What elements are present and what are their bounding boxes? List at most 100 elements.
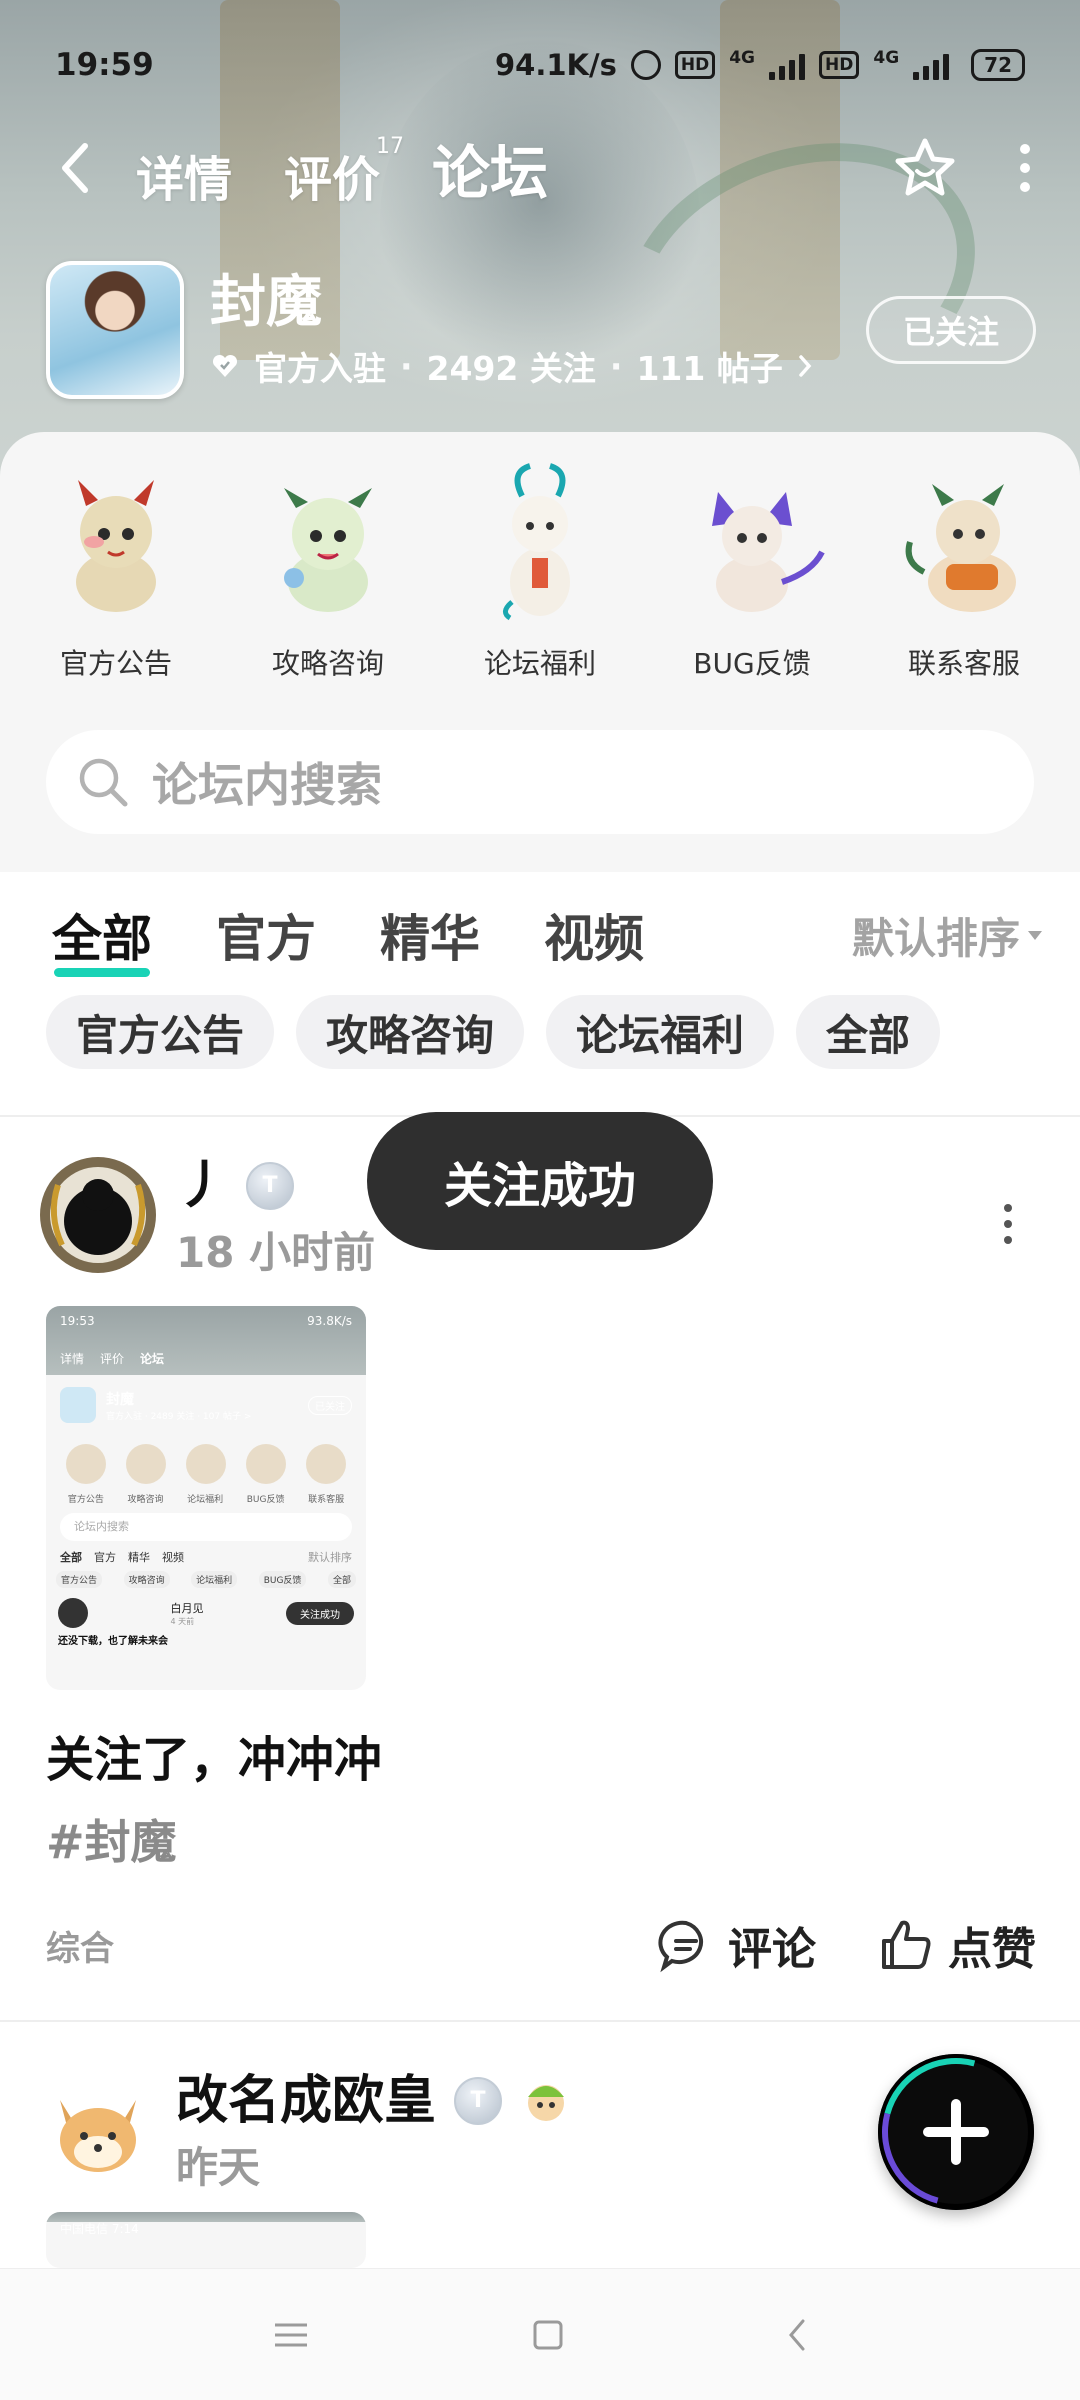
thumb-chip: 官方公告: [56, 1571, 103, 1588]
thumb-tab: 评价: [100, 1352, 125, 1366]
home-icon[interactable]: [531, 2318, 565, 2352]
game-title: 封魔: [210, 270, 322, 335]
more-options-button[interactable]: [1020, 144, 1030, 192]
thumb-snippet: 还没下载，也了解未来会: [58, 1636, 168, 1647]
game-avatar[interactable]: [46, 261, 184, 399]
thumb-game-sub: 官方入驻 · 2489 关注 · 107 帖子 >: [106, 1411, 252, 1422]
thumb-user: 白月见: [170, 1601, 204, 1615]
thumb-tab: 官方: [94, 1551, 116, 1564]
category-row: 官方公告 攻略咨询 论坛福利 BUG反馈 联系客服: [0, 462, 1080, 682]
category-item[interactable]: 攻略咨询: [228, 462, 428, 682]
dropdown-arrow-icon: [1028, 930, 1042, 940]
tab-label: 详情: [136, 152, 233, 208]
thumb-speed: 93.8K/s: [307, 1314, 352, 1328]
thumb-tab: 全部: [60, 1551, 82, 1564]
thumb-chip: 全部: [327, 1571, 356, 1588]
avatar: [40, 1157, 156, 1273]
tab-detail[interactable]: 详情: [136, 140, 232, 210]
thumb2-status: 中国电信 7:14: [60, 2222, 139, 2236]
thumb-chips: 官方公告 攻略咨询 论坛福利 BUG反馈 全部: [56, 1571, 356, 1588]
thumb-user-time: 4 天前: [170, 1616, 195, 1626]
sort-dropdown[interactable]: 默认排序: [852, 905, 1042, 966]
network-speed: 94.1K/s: [494, 48, 617, 82]
thumb-chip: 论坛福利: [191, 1571, 238, 1588]
feed-tab-featured[interactable]: 精华: [380, 899, 480, 971]
forum-card: 官方公告 攻略咨询 论坛福利 BUG反馈 联系客服 论坛内搜索: [0, 432, 1080, 872]
feed-tab-video[interactable]: 视频: [544, 899, 644, 971]
post-time: 昨天: [176, 2143, 261, 2192]
character-badge-icon: [528, 2085, 565, 2121]
post-topic-tag[interactable]: #封魔: [46, 1806, 177, 1872]
filter-chip[interactable]: 全部: [796, 995, 941, 1069]
post-image[interactable]: 中国电信 7:14: [46, 2212, 366, 2268]
post-count[interactable]: 111 帖子: [636, 342, 782, 390]
thumb-tab: 详情: [60, 1352, 85, 1366]
category-item[interactable]: 官方公告: [16, 462, 216, 682]
dragon-mascot-purple-icon: [672, 462, 832, 622]
post-author[interactable]: 改名成欧皇 T 昨天: [38, 2070, 572, 2195]
official-label: 官方入驻: [254, 349, 386, 388]
thumb-tab: 论坛: [140, 1352, 165, 1366]
battery-icon: 72: [971, 49, 1025, 81]
thumb-cat: 官方公告: [67, 1495, 104, 1505]
search-placeholder: 论坛内搜索: [152, 758, 382, 812]
level-badge-icon: T: [454, 2077, 503, 2125]
thumb-categories: [56, 1444, 356, 1484]
favorite-button[interactable]: [890, 133, 960, 203]
post-footer: 综合 评论 点赞: [46, 1910, 1036, 1980]
tab-forum[interactable]: 论坛: [428, 126, 553, 210]
category-label: 论坛福利: [483, 647, 596, 680]
create-post-button[interactable]: [878, 2054, 1034, 2210]
dragon-mascot-green-icon: [248, 462, 408, 622]
post-author[interactable]: 丿T 18 小时前: [38, 1155, 375, 1280]
thumb-post-row: 白月见 4 天前 关注成功: [58, 1598, 354, 1628]
filter-chip[interactable]: 论坛福利: [546, 995, 775, 1069]
avatar: [40, 2072, 156, 2188]
post-image[interactable]: 19:53 93.8K/s 详情 评价 论坛 封魔 官方入驻 · 2489 关注 …: [46, 1306, 366, 1690]
follow-button[interactable]: 已关注: [866, 296, 1036, 364]
signal-icon: [913, 50, 950, 80]
forum-page: 19:59 94.1K/s HD 4G HD 4G 72 详情 评价17 论坛: [0, 0, 1080, 2400]
category-item[interactable]: BUG反馈: [652, 462, 852, 682]
search-input[interactable]: 论坛内搜索: [46, 730, 1034, 834]
filter-chip[interactable]: 攻略咨询: [296, 995, 525, 1069]
plus-icon: [923, 2099, 989, 2165]
feed-tabs: 全部 官方 精华 视频 默认排序: [52, 895, 1042, 977]
menu-icon[interactable]: [271, 2320, 311, 2350]
separator: ·: [609, 346, 623, 386]
post-time: 18 小时前: [176, 1228, 376, 1277]
category-item[interactable]: 论坛福利: [440, 462, 640, 682]
comment-button[interactable]: 评论: [658, 1913, 816, 1977]
follower-count: 2492 关注: [426, 349, 596, 388]
star-icon: [895, 138, 955, 196]
back-nav-icon[interactable]: [785, 2317, 809, 2353]
category-item[interactable]: 联系客服: [864, 462, 1064, 682]
dragon-mascot-red-icon: [36, 462, 196, 622]
post-title[interactable]: 关注了，冲冲冲: [46, 1720, 382, 1790]
thumb-cat: BUG反馈: [246, 1495, 285, 1505]
thumb-game-avatar: [60, 1387, 96, 1423]
feed-tab-all[interactable]: 全部: [52, 899, 152, 977]
thumb-chip: BUG反馈: [258, 1571, 307, 1588]
thumb-avatar: [58, 1598, 88, 1628]
chevron-left-icon: [62, 143, 88, 193]
back-button[interactable]: [50, 138, 100, 198]
battery-level: 72: [984, 53, 1012, 77]
thumb-tabs: 全部 官方 精华 视频 默认排序: [60, 1549, 352, 1565]
network-type: 4G: [873, 48, 900, 68]
chevron-right-icon: [799, 355, 812, 377]
feed-tab-official[interactable]: 官方: [216, 899, 316, 971]
like-button[interactable]: 点赞: [878, 1913, 1036, 1977]
thumb-game-name: 封魔: [106, 1391, 134, 1408]
thumb-toast: 关注成功: [286, 1601, 354, 1625]
dragon-mascot-orange-icon: [884, 462, 1044, 622]
filter-chips: 官方公告 攻略咨询 论坛福利 全部: [46, 995, 941, 1069]
thumb-chip: 攻略咨询: [123, 1571, 170, 1588]
thumb-cat: 论坛福利: [187, 1495, 224, 1505]
thumb-sort: 默认排序: [308, 1551, 352, 1564]
tab-review[interactable]: 评价 17: [284, 134, 404, 210]
top-nav: 详情 评价 17 论坛: [0, 118, 1080, 218]
filter-chip[interactable]: 官方公告: [46, 995, 275, 1069]
post-more-button[interactable]: [1004, 1204, 1012, 1244]
level-badge-icon: T: [246, 1162, 295, 1210]
